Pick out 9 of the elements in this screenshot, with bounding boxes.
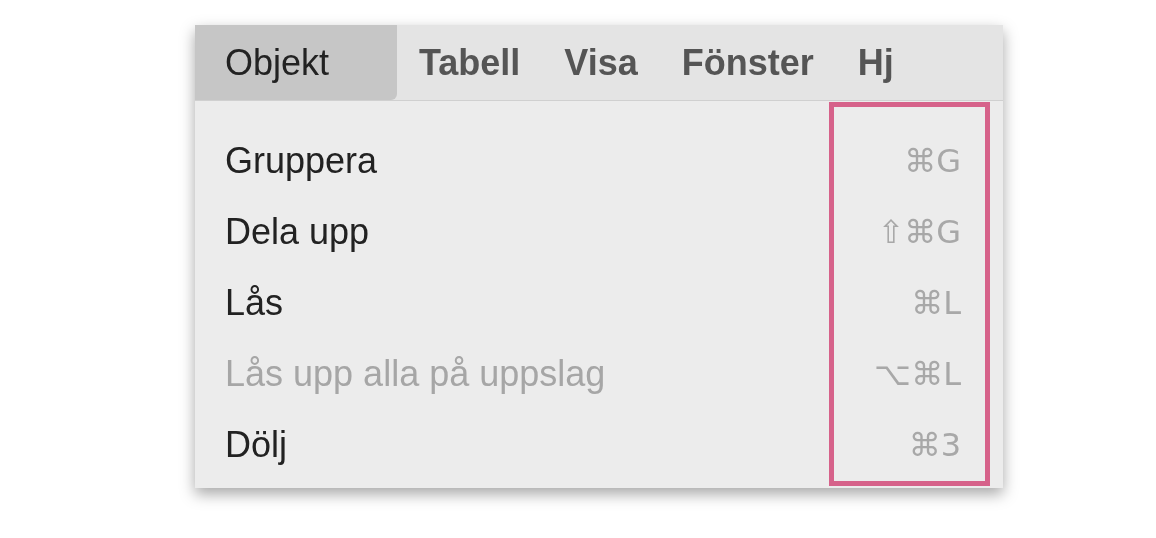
menu-bar-item[interactable]: Tabell	[397, 25, 543, 100]
menu-item[interactable]: Dela upp ⇧⌘G	[195, 196, 1003, 267]
menu-item[interactable]: Gruppera ⌘G	[195, 125, 1003, 196]
menu-bar-item[interactable]: Hj	[835, 25, 916, 100]
menu-bar-item[interactable]: Objekt	[195, 25, 397, 100]
menu-bar-item[interactable]: Fönster	[659, 25, 836, 100]
menu-item[interactable]: Lås ⌘L	[195, 267, 1003, 338]
menu-bar-item[interactable]: Visa	[542, 25, 660, 100]
menu-item[interactable]: Dölj ⌘3	[195, 409, 1003, 480]
